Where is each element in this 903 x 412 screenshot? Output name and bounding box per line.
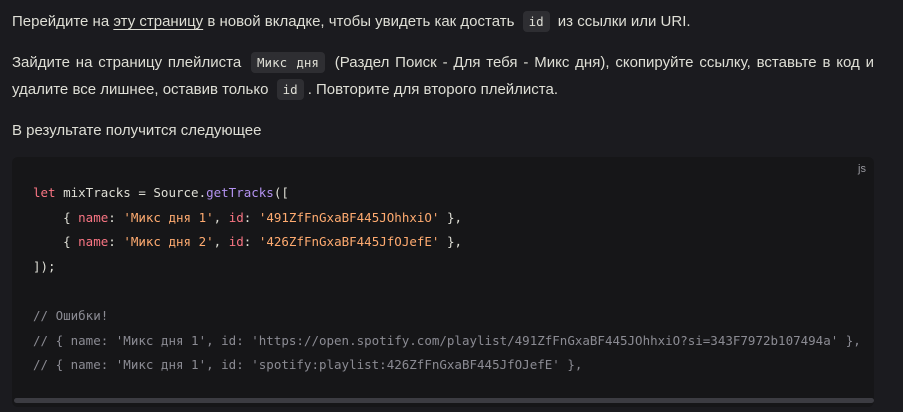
code-text: mixTracks = Source. [55, 185, 207, 200]
result-paragraph: В результате получится следующее [12, 122, 262, 139]
code-text: : [108, 234, 124, 250]
property: name [78, 234, 109, 250]
code-text: , [213, 234, 229, 250]
inline-code-mix: Микс дня [251, 52, 325, 73]
function-name: getTracks [206, 185, 274, 200]
code-text: }, [439, 209, 463, 225]
horizontal-scrollbar[interactable] [14, 398, 874, 403]
code-text: ([ [273, 185, 289, 200]
text-segment: в новой вкладке, чтобы увидеть как доста… [203, 13, 519, 30]
property: id [228, 209, 244, 225]
comment-line-2: // { name: 'Микс дня 1', id: 'https://op… [33, 332, 861, 348]
code-text: , [213, 209, 229, 225]
instruction-paragraph-2: Зайдите на страницу плейлиста Микс дня (… [12, 49, 874, 103]
code-content: let mixTracks = Source.getTracks([ { nam… [33, 181, 874, 378]
string: '426ZfFnGxaBF445JfOJefE' [258, 234, 440, 250]
code-text: : [243, 209, 259, 225]
text-segment: Зайдите на страницу плейлиста [12, 54, 248, 71]
instruction-paragraph-1: Перейдите на эту страницу в новой вкладк… [12, 8, 874, 35]
property: name [78, 209, 109, 225]
property: id [228, 234, 244, 250]
code-language-label: js [858, 163, 866, 175]
string: 'Микс дня 1' [123, 209, 214, 225]
comment-line-3: // { name: 'Микс дня 1', id: 'spotify:pl… [33, 357, 583, 373]
text-segment: . Повторите для второго плейлиста. [307, 81, 559, 98]
code-text: : [243, 234, 259, 250]
code-text: : [108, 209, 124, 225]
code-text: { [33, 209, 79, 225]
code-line-3: { name: 'Микс дня 2', id: '426ZfFnGxaBF4… [33, 230, 874, 255]
inline-code-id: id [276, 79, 304, 100]
code-line-1: let mixTracks = Source.getTracks([ [33, 181, 874, 206]
code-line-4: ]); [33, 258, 56, 274]
inline-code-id: id [522, 11, 550, 32]
text-segment: Перейдите на [12, 13, 114, 30]
comment-line-1: // Ошибки! [33, 307, 109, 323]
code-block: js let mixTracks = Source.getTracks([ { … [12, 157, 874, 407]
string: 'Микс дня 2' [123, 234, 214, 250]
code-line-empty [33, 279, 874, 304]
code-text: { [33, 234, 79, 250]
keyword: let [33, 185, 56, 200]
this-page-link[interactable]: эту страницу [113, 13, 203, 30]
code-text: }, [439, 234, 463, 250]
code-line-2: { name: 'Микс дня 1', id: '491ZfFnGxaBF4… [33, 206, 874, 231]
text-segment: из ссылки или URI. [553, 13, 691, 30]
string: '491ZfFnGxaBF445JOhhxiO' [258, 209, 440, 225]
